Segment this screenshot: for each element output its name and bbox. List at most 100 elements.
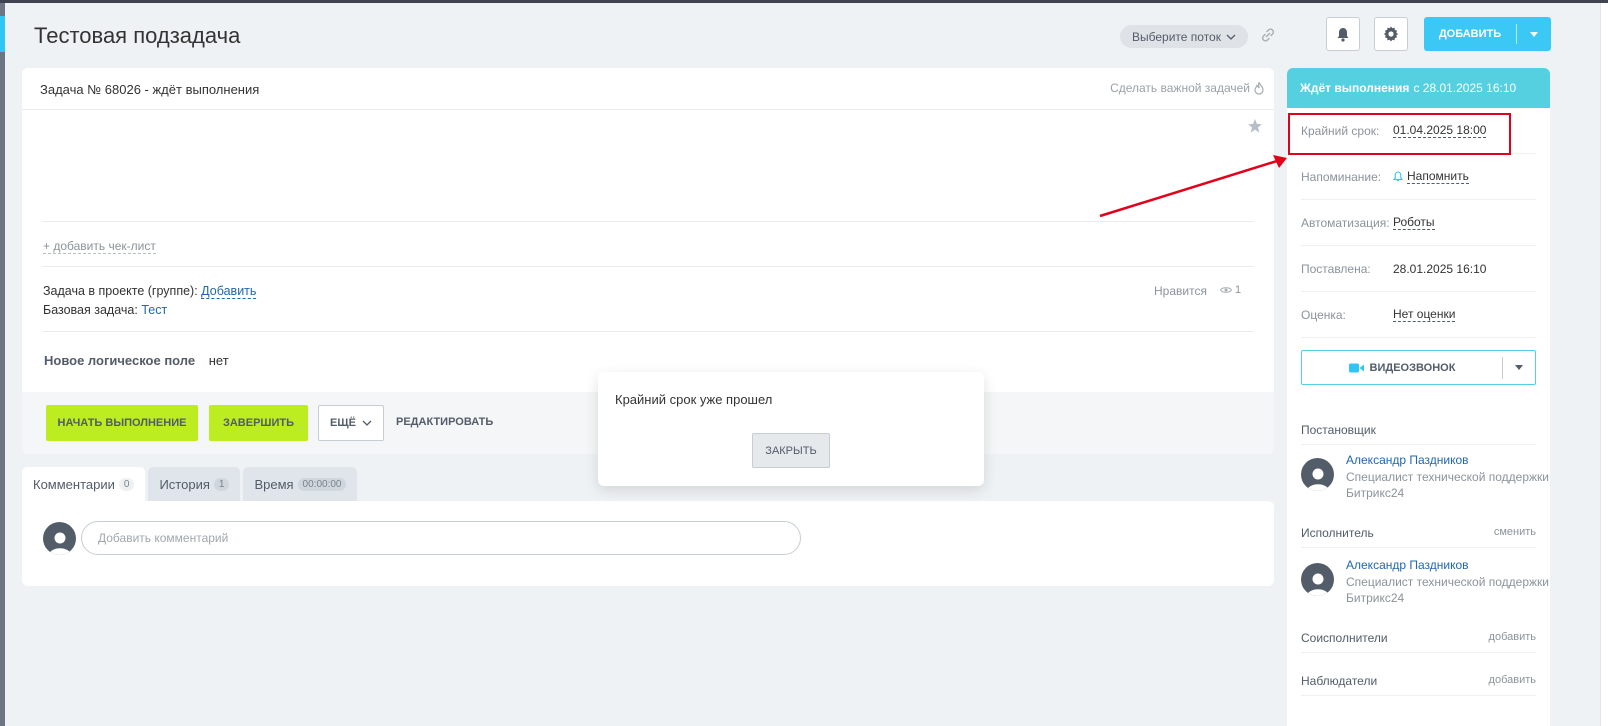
assignee-section-title: Исполнитель сменить [1301, 526, 1536, 548]
add-button-label: ДОБАВИТЬ [1438, 28, 1502, 40]
video-call-label: ВИДЕОЗВОНОК [1369, 361, 1456, 374]
base-task-link[interactable]: Тест [141, 303, 167, 317]
tab-label: Время [254, 476, 294, 492]
created-row: Поставлена: 28.01.2025 16:10 [1301, 246, 1536, 292]
start-button[interactable]: НАЧАТЬ ВЫПОЛНЕНИЕ [46, 405, 198, 441]
coexecutors-section-title: Соисполнители добавить [1301, 631, 1536, 653]
reminder-label: Напоминание: [1301, 169, 1382, 184]
window-right-edge [1600, 3, 1608, 726]
rating-row: Оценка: Нет оценки [1301, 292, 1536, 338]
observers-title: Наблюдатели [1301, 674, 1378, 688]
video-call-button[interactable]: ВИДЕОЗВОНОК [1301, 350, 1536, 385]
task-page: Тестовая подзадача Выберите поток ДОБАВИ… [5, 3, 1600, 726]
user-icon [1306, 573, 1329, 596]
divider [42, 221, 1254, 222]
tab-count: 0 [118, 477, 135, 491]
add-checklist-link[interactable]: + добавить чек-лист [43, 239, 156, 254]
tab-count: 1 [213, 477, 230, 491]
gear-icon [1383, 26, 1399, 42]
status-since: с 28.01.2025 16:10 [1413, 81, 1517, 95]
tab-count: 00:00:00 [297, 477, 347, 491]
star-icon[interactable] [1247, 118, 1263, 134]
add-coexecutor-link[interactable]: добавить [1489, 631, 1536, 652]
assignee-name[interactable]: Александр Паздников [1346, 558, 1469, 572]
add-project-link[interactable]: Добавить [201, 284, 257, 299]
popup-close-button[interactable]: ЗАКРЫТЬ [752, 433, 830, 468]
base-task-line: Базовая задача: Тест [43, 303, 167, 317]
video-camera-icon [1348, 363, 1364, 372]
automation-label: Автоматизация: [1301, 215, 1390, 230]
logic-field-label: Новое логическое поле [44, 353, 196, 368]
project-label: Задача в проекте (группе): [43, 284, 198, 298]
assignee-position-line: Битрикс24 [1346, 591, 1405, 605]
page-title: Тестовая подзадача [34, 23, 241, 48]
status-name: Ждёт выполнения [1300, 81, 1410, 95]
task-number: Задача № 68026 - ждёт выполнения [40, 82, 260, 97]
comment-panel: Добавить комментарий [22, 501, 1274, 586]
change-assignee-link[interactable]: сменить [1494, 526, 1536, 547]
video-call-main[interactable]: ВИДЕОЗВОНОК [1302, 362, 1502, 374]
comment-input[interactable]: Добавить комментарий [81, 521, 801, 555]
comment-tabs: Комментарии 0 История 1 Время 00:00:00 [22, 467, 358, 501]
video-call-menu-toggle[interactable] [1503, 365, 1535, 370]
divider [42, 266, 1254, 267]
caret-down-icon [1530, 31, 1538, 37]
views-count: 1 [1235, 284, 1242, 296]
deadline-highlight-box [1288, 113, 1511, 155]
more-button-label: ЕЩЁ [330, 417, 356, 429]
popup-message: Крайний срок уже прошел [615, 392, 773, 407]
logic-field: Новое логическое поле нет [44, 353, 229, 368]
edit-button[interactable]: РЕДАКТИРОВАТЬ [396, 416, 493, 428]
tab-comments[interactable]: Комментарии 0 [22, 467, 146, 501]
link-icon[interactable] [1260, 27, 1276, 43]
avatar[interactable] [1301, 458, 1334, 491]
chevron-down-icon [1226, 34, 1236, 40]
avatar [43, 522, 76, 555]
add-menu-toggle[interactable] [1517, 31, 1551, 37]
like-link[interactable]: Нравится [1154, 284, 1207, 298]
automation-row: Автоматизация: Роботы [1301, 200, 1536, 246]
reminder-row: Напоминание: Напомнить [1301, 154, 1536, 200]
observers-section-title: Наблюдатели добавить [1301, 674, 1536, 696]
settings-button[interactable] [1374, 17, 1408, 51]
add-button[interactable]: ДОБАВИТЬ [1424, 17, 1551, 51]
automation-value[interactable]: Роботы [1393, 215, 1435, 230]
caret-down-icon [1515, 365, 1523, 370]
user-icon [1306, 468, 1329, 491]
user-icon [48, 532, 71, 555]
created-value: 28.01.2025 16:10 [1393, 261, 1487, 276]
tab-label: История [159, 476, 210, 492]
flame-icon [1254, 81, 1264, 95]
more-button[interactable]: ЕЩЁ [318, 405, 384, 441]
status-banner: Ждёт выполнения с 28.01.2025 16:10 [1287, 68, 1550, 108]
add-observer-link[interactable]: добавить [1489, 674, 1536, 695]
creator-name[interactable]: Александр Паздников [1346, 453, 1469, 467]
assignee-position-line: Специалист технической поддержки [1346, 575, 1549, 589]
creator-position-line: Специалист технической поддержки [1346, 470, 1549, 484]
finish-button[interactable]: ЗАВЕРШИТЬ [209, 405, 308, 441]
deadline-passed-popup: Крайний срок уже прошел ЗАКРЫТЬ [598, 372, 984, 486]
notifications-button[interactable] [1326, 17, 1360, 51]
creator-title: Постановщик [1301, 423, 1376, 437]
assignee-title: Исполнитель [1301, 526, 1374, 540]
reminder-value[interactable]: Напомнить [1407, 169, 1469, 184]
chevron-down-icon [362, 420, 372, 426]
coexecutors-title: Соисполнители [1301, 631, 1388, 645]
base-task-label: Базовая задача: [43, 303, 138, 317]
bell-icon [1337, 27, 1349, 42]
flow-select-button[interactable]: Выберите поток [1120, 25, 1248, 48]
make-important-link[interactable]: Сделать важной задачей [1110, 81, 1264, 95]
creator-section-title: Постановщик [1301, 423, 1536, 445]
views-counter: 1 [1220, 284, 1241, 296]
creator-position: Специалист технической поддержки Битрикс2… [1346, 469, 1550, 501]
task-sidebar: Ждёт выполнения с 28.01.2025 16:10 Крайн… [1287, 68, 1550, 726]
tab-time[interactable]: Время 00:00:00 [243, 467, 358, 501]
avatar[interactable] [1301, 563, 1334, 596]
logic-field-value: нет [208, 353, 229, 368]
reminder-bell-icon [1393, 171, 1403, 182]
assignee-position: Специалист технической поддержки Битрикс2… [1346, 574, 1550, 606]
rating-value[interactable]: Нет оценки [1393, 307, 1456, 322]
tab-history[interactable]: История 1 [148, 467, 241, 501]
task-card-header: Задача № 68026 - ждёт выполнения Сделать… [22, 68, 1274, 110]
created-label: Поставлена: [1301, 261, 1371, 276]
